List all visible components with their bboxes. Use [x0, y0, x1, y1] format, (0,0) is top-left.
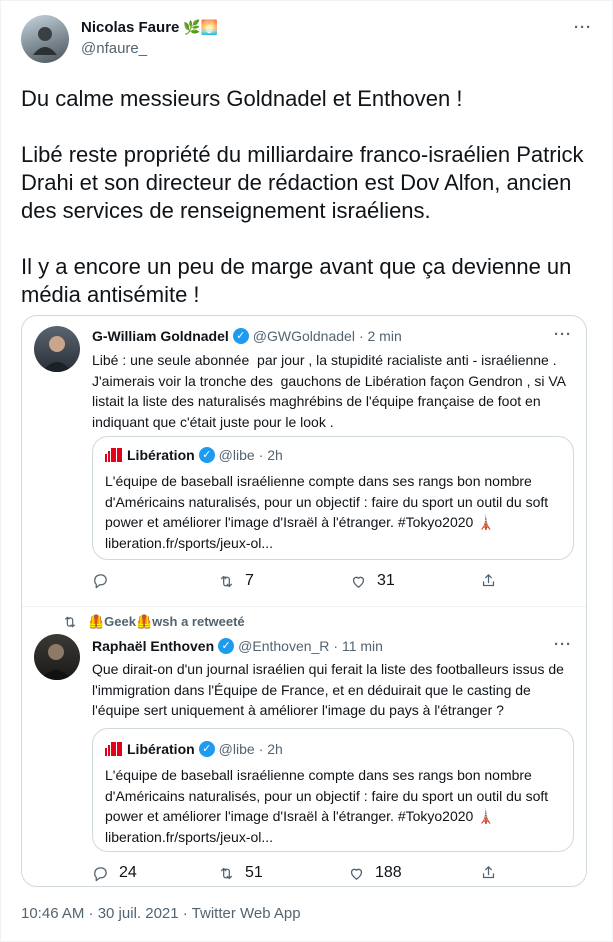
nested-quote-liberation-1[interactable]: Libération ✓ @libe · 2h L'équipe de base…	[92, 436, 574, 560]
liberation-time[interactable]: · 2h	[259, 447, 283, 463]
retweet-icon	[220, 575, 233, 587]
verified-icon: ✓	[198, 447, 215, 463]
retweet-count: 51	[245, 864, 263, 881]
verified-icon: ✓	[232, 328, 249, 344]
verified-icon: ✓	[218, 638, 235, 654]
goldnadel-name[interactable]: G-William Goldnadel	[92, 328, 229, 344]
tweet-timestamp[interactable]: 10:46 AM · 30 juil. 2021 · Twitter Web A…	[21, 905, 301, 922]
liberation-handle[interactable]: @libe	[219, 741, 255, 757]
tweet-card: Nicolas Faure 🌿🌅 @nfaure_ ··· Du calme m…	[0, 0, 613, 942]
enthoven-name[interactable]: Raphaël Enthoven	[92, 638, 214, 654]
more-icon[interactable]: ···	[554, 326, 572, 343]
enthoven-text: Que dirait-on d'un journal israélien qui…	[92, 661, 564, 718]
reply-button[interactable]: 24	[92, 864, 137, 882]
retweet-icon	[220, 867, 233, 879]
share-button[interactable]	[480, 864, 497, 881]
verified-icon: ✓	[198, 741, 215, 757]
reply-icon	[94, 574, 107, 589]
retweet-button[interactable]: 7	[218, 572, 254, 590]
more-icon[interactable]: ···	[554, 636, 572, 653]
tweet-header: Nicolas Faure 🌿🌅 @nfaure_ ···	[21, 15, 598, 63]
enthoven-avatar[interactable]	[34, 634, 80, 680]
author-avatar[interactable]	[21, 15, 69, 63]
liberation-logo-icon	[105, 448, 123, 462]
liberation-name[interactable]: Libération	[127, 741, 195, 757]
enthoven-header: Raphaël Enthoven ✓ @Enthoven_R · 11 min	[92, 638, 383, 654]
share-button[interactable]	[480, 572, 497, 589]
reply-button[interactable]	[92, 572, 109, 589]
goldnadel-time[interactable]: · 2 min	[359, 328, 402, 344]
liberation-time[interactable]: · 2h	[259, 741, 283, 757]
enthoven-handle[interactable]: @Enthoven_R	[238, 638, 329, 654]
goldnadel-avatar[interactable]	[34, 326, 80, 372]
tweet-text: Du calme messieurs Goldnadel et Enthoven…	[21, 86, 584, 307]
liberation-name[interactable]: Libération	[127, 447, 195, 463]
reply-count: 24	[119, 864, 137, 881]
more-icon[interactable]: ···	[574, 19, 592, 36]
author-handle[interactable]: @nfaure_	[81, 40, 147, 57]
share-icon	[482, 574, 495, 587]
reply-icon	[94, 866, 107, 881]
liberation-header: Libération ✓ @libe · 2h	[105, 741, 283, 757]
retweeted-by[interactable]: 🦺Geek🦺wsh a retweeté	[62, 614, 245, 630]
nested-quote-liberation-2[interactable]: Libération ✓ @libe · 2h L'équipe de base…	[92, 728, 574, 852]
goldnadel-header: G-William Goldnadel ✓ @GWGoldnadel · 2 m…	[92, 328, 402, 344]
like-button[interactable]: 188	[348, 864, 402, 882]
quoted-thread-card[interactable]: G-William Goldnadel ✓ @GWGoldnadel · 2 m…	[21, 315, 587, 887]
goldnadel-text: Libé : une seule abonnée par jour , la s…	[92, 352, 567, 430]
retweet-count: 7	[245, 572, 254, 589]
liberation-logo-icon	[105, 742, 123, 756]
like-count: 188	[375, 864, 402, 881]
share-icon	[482, 866, 495, 879]
liberation-text: L'équipe de baseball israélienne compte …	[105, 767, 549, 845]
retweet-icon	[64, 616, 76, 628]
like-icon	[350, 868, 363, 880]
separator	[22, 606, 586, 607]
liberation-text: L'équipe de baseball israélienne compte …	[105, 473, 549, 551]
enthoven-time[interactable]: · 11 min	[333, 638, 383, 654]
retweet-button[interactable]: 51	[218, 864, 263, 882]
author-emoji: 🌿🌅	[183, 19, 219, 35]
like-count: 31	[377, 572, 395, 589]
goldnadel-handle[interactable]: @GWGoldnadel	[253, 328, 355, 344]
like-button[interactable]: 31	[350, 572, 395, 590]
author-name[interactable]: Nicolas Faure	[81, 19, 179, 36]
like-icon	[352, 576, 365, 588]
liberation-header: Libération ✓ @libe · 2h	[105, 447, 283, 463]
liberation-handle[interactable]: @libe	[219, 447, 255, 463]
retweeted-by-label: 🦺Geek🦺wsh a retweeté	[88, 614, 245, 629]
